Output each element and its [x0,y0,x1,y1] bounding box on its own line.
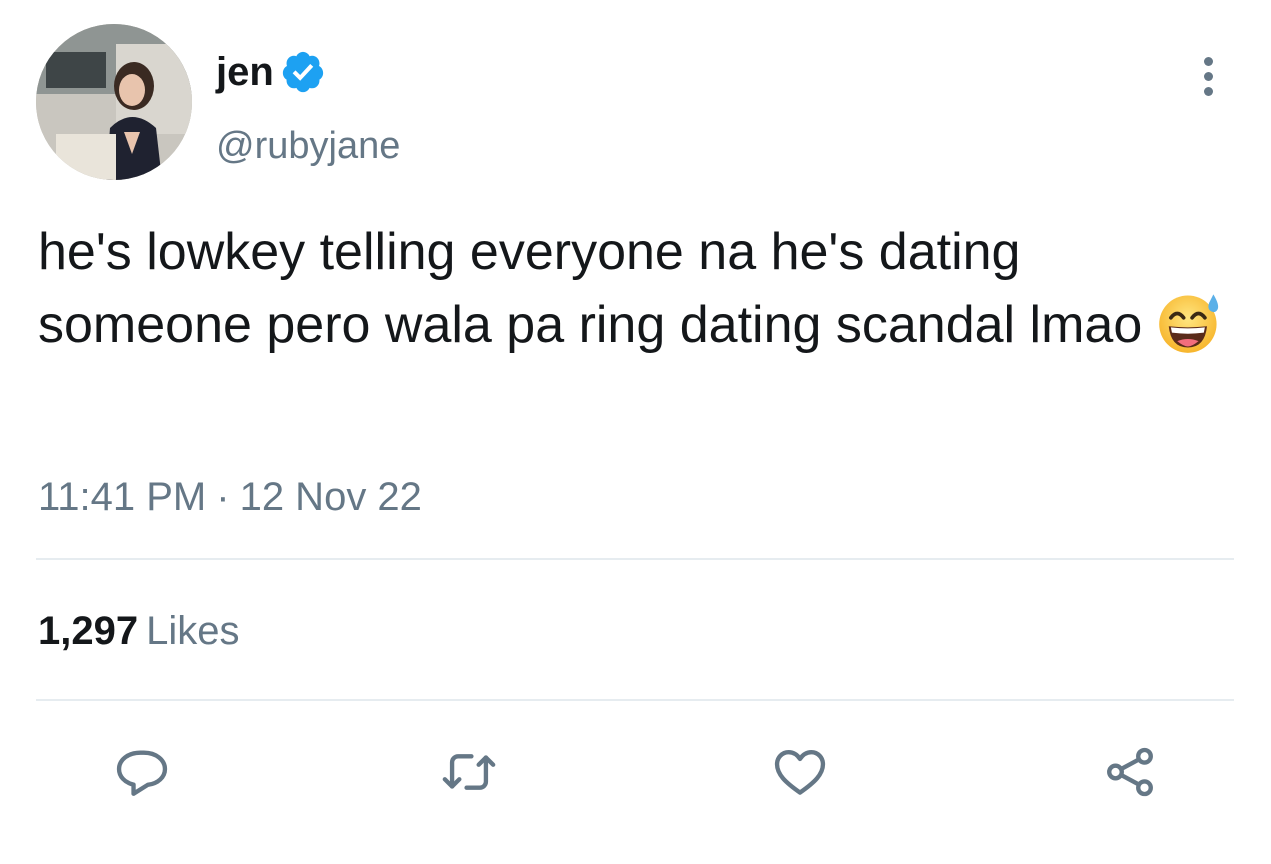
separator-dot: · [216,475,230,519]
retweet-button[interactable] [437,740,501,804]
likes-label: Likes [146,609,240,653]
tweet-text: he's lowkey telling everyone na he's dat… [38,216,1238,361]
retweet-icon [442,754,496,790]
tweet-date: 12 Nov 22 [239,475,422,519]
likes-stat[interactable]: 1,297 Likes [38,606,240,656]
tweet-body: he's lowkey telling everyone na he's dat… [38,223,1143,354]
avatar[interactable] [36,24,192,180]
tweet-time: 11:41 PM [38,475,207,519]
action-bar [0,740,1271,804]
tweet-timestamp[interactable]: 11:41 PM · 12 Nov 22 [38,472,422,522]
profile-photo [36,24,192,180]
share-icon [1107,747,1153,797]
verified-badge-icon [282,51,323,93]
divider [36,699,1234,701]
menu-dot [1203,56,1213,66]
menu-dot [1203,71,1213,81]
share-button[interactable] [1098,740,1162,804]
like-button[interactable] [768,740,832,804]
author-name-row[interactable]: jen [216,44,326,100]
sweat-smile-emoji-icon [1156,288,1224,356]
reply-button[interactable] [110,740,174,804]
display-name[interactable]: jen [216,44,274,100]
likes-count: 1,297 [38,609,139,653]
author-handle[interactable]: @rubyjane [216,120,400,172]
heart-icon [774,750,826,795]
divider [36,558,1234,560]
reply-icon [116,750,168,796]
menu-dot [1203,86,1213,96]
more-vertical-icon[interactable] [1188,50,1228,102]
